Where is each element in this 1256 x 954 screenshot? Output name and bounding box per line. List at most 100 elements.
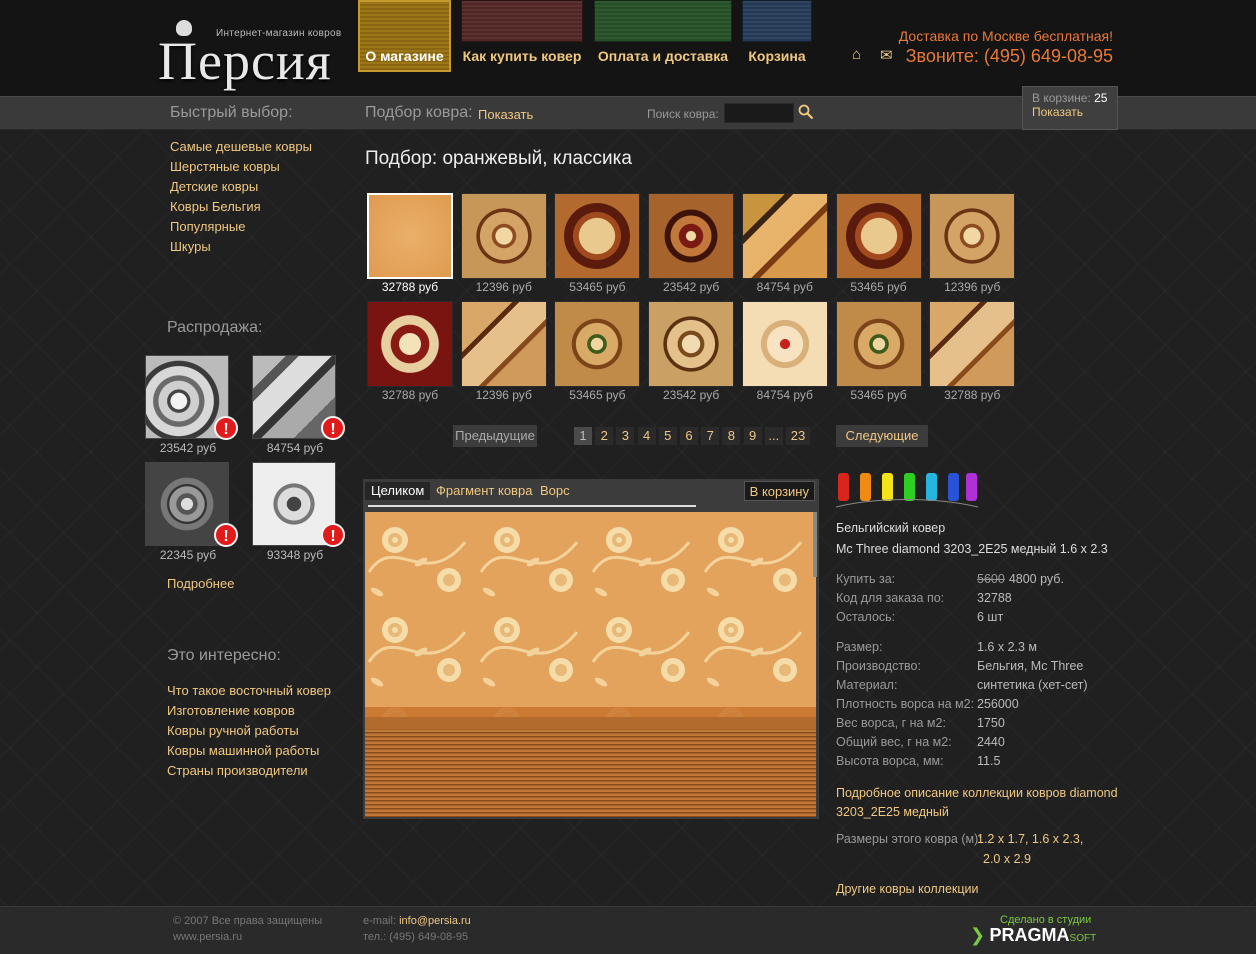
interest-link[interactable]: Страны производители xyxy=(167,763,331,783)
sale-item[interactable]: ! 93348 руб xyxy=(252,462,345,562)
carpet-thumb[interactable]: 84754 руб xyxy=(741,301,828,402)
tab-pile[interactable]: Ворс xyxy=(534,482,576,500)
studio-name: PRAGMA xyxy=(989,925,1070,945)
tab-fragment[interactable]: Фрагмент ковра xyxy=(430,482,538,500)
carpet-thumb[interactable]: 53465 руб xyxy=(835,301,922,402)
pager-page-link[interactable]: 3 xyxy=(616,427,635,445)
carpet-thumb-price: 53465 руб xyxy=(569,280,626,294)
quick-link[interactable]: Самые дешевые ковры xyxy=(170,139,312,159)
carpet-thumb-image[interactable] xyxy=(929,301,1016,387)
quick-link[interactable]: Шкуры xyxy=(170,239,312,259)
carpet-image[interactable] xyxy=(365,512,816,817)
interest-link[interactable]: Что такое восточный ковер xyxy=(167,683,331,703)
pager-page-link[interactable]: 8 xyxy=(722,427,741,445)
collection-link-cont[interactable]: 3203_2E25 медный xyxy=(836,805,949,819)
sale-image[interactable]: ! xyxy=(145,355,238,440)
mail-icon[interactable]: ✉ xyxy=(880,46,893,64)
carpet-thumb[interactable]: 53465 руб xyxy=(835,193,922,294)
tab-whole[interactable]: Целиком xyxy=(365,482,431,500)
sale-item[interactable]: ! 84754 руб xyxy=(252,355,345,455)
carpet-thumb[interactable]: 32788 руб xyxy=(929,301,1016,402)
nav-swatch xyxy=(742,0,812,42)
order-code: 32788 xyxy=(977,591,1012,605)
color-threads-icon xyxy=(836,473,978,508)
carpet-thumb[interactable]: 12396 руб xyxy=(460,193,547,294)
carpet-thumb[interactable]: 12396 руб xyxy=(460,301,547,402)
collection-link[interactable]: Подробное описание коллекции ковров diam… xyxy=(836,786,1118,800)
carpet-thumb-image[interactable] xyxy=(554,301,641,387)
sizes-links-cont[interactable]: 2.0 x 2.9 xyxy=(983,852,1031,866)
quick-link[interactable]: Популярные xyxy=(170,219,312,239)
pager-page-link[interactable]: 7 xyxy=(701,427,720,445)
pager-page-link[interactable]: 6 xyxy=(680,427,698,445)
pager-page-link[interactable]: 4 xyxy=(637,427,656,445)
pager-page-link[interactable]: 23 xyxy=(786,427,810,445)
carpet-thumb-image[interactable] xyxy=(741,301,828,387)
carpet-thumb-image[interactable] xyxy=(648,193,735,279)
carpet-thumb-image[interactable] xyxy=(835,301,922,387)
carpet-thumb[interactable]: 23542 руб xyxy=(648,301,735,402)
carpet-thumb-image[interactable] xyxy=(367,301,453,387)
email-line: e-mail: info@persia.ru xyxy=(363,915,471,927)
sale-image[interactable]: ! xyxy=(252,462,345,547)
interest-link[interactable]: Ковры ручной работы xyxy=(167,723,331,743)
carpet-thumb-image[interactable] xyxy=(367,193,453,279)
studio-logo[interactable]: ❯ PRAGMASOFT xyxy=(970,925,1096,946)
nav-tab-cart[interactable]: Корзина xyxy=(742,0,812,72)
header-phone: Звоните: (495) 649-08-95 xyxy=(905,46,1113,66)
carpet-thumb[interactable]: 84754 руб xyxy=(741,193,828,294)
sale-more-link[interactable]: Подробнее xyxy=(167,576,234,591)
email-label: e-mail: xyxy=(363,915,397,927)
quick-link[interactable]: Детские ковры xyxy=(170,179,312,199)
sizes-links[interactable]: 1.2 x 1.7, 1.6 x 2.3, xyxy=(977,832,1083,846)
sale-image[interactable]: ! xyxy=(252,355,345,440)
pager-page-link[interactable]: 5 xyxy=(658,427,677,445)
viewer-scrollbar[interactable] xyxy=(813,512,817,577)
pager-next-button[interactable]: Следующие xyxy=(836,425,928,447)
studio-suffix: SOFT xyxy=(1069,933,1097,944)
nav-tab-how-to-buy[interactable]: Как купить ковер xyxy=(461,0,583,72)
carpet-thumb-image[interactable] xyxy=(648,301,735,387)
sale-item[interactable]: ! 23542 руб xyxy=(145,355,238,455)
carpet-thumb[interactable]: 32788 руб xyxy=(367,193,453,294)
carpet-thumb-image[interactable] xyxy=(554,193,641,279)
pager-page-link[interactable]: 1 xyxy=(574,427,592,445)
quick-link[interactable]: Шерстяные ковры xyxy=(170,159,312,179)
carpet-thumb[interactable]: 53465 руб xyxy=(554,193,641,294)
pager-prev-button[interactable]: Предыдущие xyxy=(453,425,537,447)
logo[interactable]: Интернет-магазин ковров Персия xyxy=(158,16,341,88)
carpet-thumb-image[interactable] xyxy=(460,193,547,279)
nav-swatch xyxy=(461,0,583,42)
carpet-thumb-image[interactable] xyxy=(929,193,1016,279)
add-to-cart-button[interactable]: В корзину xyxy=(743,481,815,501)
search-input[interactable] xyxy=(724,103,794,123)
pager-page-link[interactable]: 9 xyxy=(743,427,762,445)
interest-link[interactable]: Ковры машинной работы xyxy=(167,743,331,763)
other-carpets-link[interactable]: Другие ковры коллекции xyxy=(836,882,979,896)
pager-ellipsis: ... xyxy=(764,427,783,445)
spec-value: 2440 xyxy=(977,735,1005,749)
sale-image[interactable]: ! xyxy=(145,462,238,547)
interest-link[interactable]: Изготовление ковров xyxy=(167,703,331,723)
carpet-thumb[interactable]: 32788 руб xyxy=(367,301,453,402)
quick-link[interactable]: Ковры Бельгия xyxy=(170,199,312,219)
selection-show-link[interactable]: Показать xyxy=(478,107,533,122)
carpet-thumb[interactable]: 23542 руб xyxy=(648,193,735,294)
home-icon[interactable]: ⌂ xyxy=(852,46,861,63)
sale-item[interactable]: ! 22345 руб xyxy=(145,462,238,562)
nav-tab-payment[interactable]: Оплата и доставка xyxy=(594,0,732,72)
email-link[interactable]: info@persia.ru xyxy=(399,915,471,927)
viewer-progress xyxy=(368,505,696,507)
spec-value: 1.6 x 2.3 м xyxy=(977,640,1038,654)
carpet-thumb-image[interactable] xyxy=(460,301,547,387)
carpet-thumb-image[interactable] xyxy=(835,193,922,279)
nav-tab-about[interactable]: О магазине xyxy=(358,0,451,72)
spec-label: Производство: xyxy=(836,659,921,673)
carpet-thumb[interactable]: 12396 руб xyxy=(929,193,1016,294)
carpet-thumb-image[interactable] xyxy=(741,193,828,279)
site-url: www.persia.ru xyxy=(173,931,243,943)
cart-show-link[interactable]: Показать xyxy=(1032,105,1108,119)
search-icon[interactable] xyxy=(798,104,814,120)
pager-page-link[interactable]: 2 xyxy=(595,427,614,445)
carpet-thumb[interactable]: 53465 руб xyxy=(554,301,641,402)
